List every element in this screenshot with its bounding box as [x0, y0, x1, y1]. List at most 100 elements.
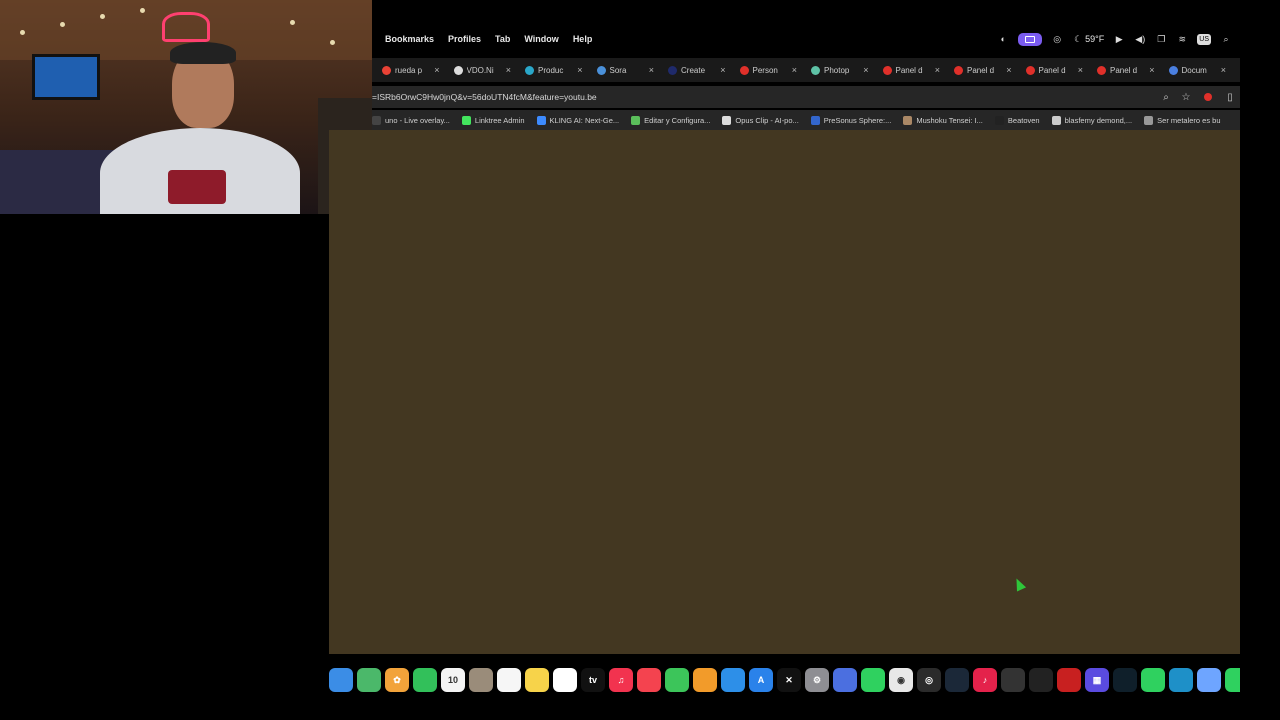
launchpad-icon[interactable]: ▦: [1085, 668, 1109, 692]
tab-close-icon[interactable]: ×: [577, 65, 582, 75]
browser-tab[interactable]: Person ×: [730, 58, 802, 82]
messages-icon[interactable]: [1225, 668, 1240, 692]
menu-window[interactable]: Window: [524, 34, 558, 44]
calendar-icon[interactable]: 10: [441, 668, 465, 692]
bookmark-favicon-icon: [994, 115, 1004, 125]
photos-icon[interactable]: ✿: [385, 668, 409, 692]
bookmark-favicon-icon: [1144, 115, 1154, 125]
browser-tab[interactable]: Photop ×: [801, 58, 873, 82]
menu-help[interactable]: Help: [573, 34, 593, 44]
weather-moon-icon[interactable]: ☾: [1072, 33, 1084, 45]
chatgpt-icon[interactable]: [1029, 668, 1053, 692]
bookmark-item[interactable]: Editar y Configura...: [631, 115, 711, 125]
focus-icon[interactable]: ◎: [1051, 33, 1063, 45]
bookmark-item[interactable]: Beatoven: [994, 115, 1040, 125]
browser-tab[interactable]: Panel d ×: [1016, 58, 1088, 82]
chrome-icon[interactable]: ◉: [889, 668, 913, 692]
browser-tab[interactable]: Produc ×: [515, 58, 587, 82]
finder-icon[interactable]: [329, 668, 353, 692]
numbers-icon[interactable]: [665, 668, 689, 692]
tab-label: Docum: [1181, 65, 1207, 75]
tab-close-icon[interactable]: ×: [1221, 65, 1226, 75]
bookmark-item[interactable]: KLING AI: Next-Ge...: [536, 115, 619, 125]
app-store-icon[interactable]: A: [749, 668, 773, 692]
screen-recording-icon[interactable]: [1018, 32, 1043, 46]
page-content[interactable]: [329, 130, 1240, 654]
bookmark-item[interactable]: Linktree Admin: [461, 115, 525, 125]
tab-favicon-icon: [811, 65, 820, 75]
browser-tab[interactable]: VDO.Ni ×: [444, 58, 516, 82]
mail-icon[interactable]: [1197, 668, 1221, 692]
menu-bookmarks[interactable]: Bookmarks: [385, 34, 434, 44]
freeform-icon[interactable]: [553, 668, 577, 692]
menu-tab[interactable]: Tab: [495, 34, 510, 44]
obs-icon[interactable]: ◎: [917, 668, 941, 692]
bookmarks-bar: uno - Live overlay... Linktree Admin KLING…: [372, 110, 1240, 130]
tab-close-icon[interactable]: ×: [1078, 65, 1083, 75]
tab-favicon-icon: [1097, 65, 1106, 75]
menu-profiles[interactable]: Profiles: [448, 34, 481, 44]
bookmark-item[interactable]: Opus Clip - AI-po...: [722, 115, 799, 125]
news-icon[interactable]: [637, 668, 661, 692]
tab-favicon-icon: [1025, 65, 1035, 75]
browser-tab[interactable]: rueda p ×: [372, 58, 444, 82]
browser-tab[interactable]: Docum ×: [1159, 58, 1231, 82]
game-icon[interactable]: [1057, 668, 1081, 692]
bookmark-label: Editar y Configura...: [644, 115, 711, 125]
tab-close-icon[interactable]: ×: [792, 65, 797, 75]
tab-close-icon[interactable]: ×: [863, 65, 868, 75]
reminders-icon[interactable]: [497, 668, 521, 692]
bookmark-star-icon[interactable]: ☆: [1176, 92, 1196, 103]
tab-close-icon[interactable]: ×: [1149, 65, 1154, 75]
whatsapp-icon[interactable]: [861, 668, 885, 692]
extensions-icon[interactable]: ▯: [1220, 92, 1240, 103]
contacts-icon[interactable]: [469, 668, 493, 692]
zoom-icon[interactable]: ⌕: [1156, 92, 1176, 103]
menu-bar: Bookmarks Profiles Tab Window Help ◐ ◎ ☾…: [372, 28, 1240, 50]
control-center-icon[interactable]: ❐: [1155, 33, 1167, 45]
browser-tab[interactable]: Create ×: [658, 58, 730, 82]
tiktok-icon[interactable]: ♪: [973, 668, 997, 692]
color-sync-icon[interactable]: ◐: [997, 33, 1009, 45]
bookmark-favicon-icon: [631, 115, 641, 125]
browser-tab[interactable]: Sora ×: [587, 58, 659, 82]
recording-extension-icon[interactable]: [1204, 93, 1212, 101]
tab-label: Photop: [824, 65, 850, 75]
capcut-icon[interactable]: ✕: [777, 668, 801, 692]
bookmark-item[interactable]: Mushoku Tensei: I...: [903, 115, 983, 125]
apple-tv-icon[interactable]: tv: [581, 668, 605, 692]
facetime-icon[interactable]: [413, 668, 437, 692]
browser-tab[interactable]: Panel d ×: [1087, 58, 1159, 82]
input-source[interactable]: US: [1197, 33, 1211, 45]
tab-close-icon[interactable]: ×: [434, 65, 439, 75]
phone-icon[interactable]: [1141, 668, 1165, 692]
bookmark-item[interactable]: blasfemy demond,...: [1051, 115, 1132, 125]
browser-tab[interactable]: Panel d ×: [944, 58, 1016, 82]
final-cut-icon[interactable]: [1001, 668, 1025, 692]
tab-close-icon[interactable]: ×: [1006, 65, 1011, 75]
tab-close-icon[interactable]: ×: [506, 65, 511, 75]
spotlight-search-icon[interactable]: ⌕: [1220, 33, 1232, 45]
url-field[interactable]: =ISRb6OrwC9Hw0jnQ&v=56doUTN4fcM&feature=…: [372, 92, 1156, 102]
steam-icon[interactable]: [945, 668, 969, 692]
pages-icon[interactable]: [693, 668, 717, 692]
weather-temp[interactable]: 59°F: [1085, 34, 1104, 44]
volume-icon[interactable]: ◀): [1134, 33, 1146, 45]
music-icon[interactable]: ♫: [609, 668, 633, 692]
wifi-icon[interactable]: ≋: [1176, 33, 1188, 45]
keynote-icon[interactable]: [721, 668, 745, 692]
notes-icon[interactable]: [525, 668, 549, 692]
maps-icon[interactable]: [357, 668, 381, 692]
audio-app-icon[interactable]: [1113, 668, 1137, 692]
tab-close-icon[interactable]: ×: [935, 65, 940, 75]
bookmark-item[interactable]: Ser metalero es bu: [1144, 115, 1221, 125]
bookmark-item[interactable]: uno - Live overlay...: [372, 115, 450, 125]
play-icon[interactable]: ▶: [1113, 33, 1125, 45]
tab-close-icon[interactable]: ×: [649, 65, 654, 75]
bookmark-item[interactable]: PreSonus Sphere:...: [810, 115, 891, 125]
browser-tab[interactable]: Panel d ×: [873, 58, 945, 82]
system-settings-icon[interactable]: ⚙: [805, 668, 829, 692]
edge-icon[interactable]: [1169, 668, 1193, 692]
tab-close-icon[interactable]: ×: [720, 65, 725, 75]
finder-window-icon[interactable]: [833, 668, 857, 692]
